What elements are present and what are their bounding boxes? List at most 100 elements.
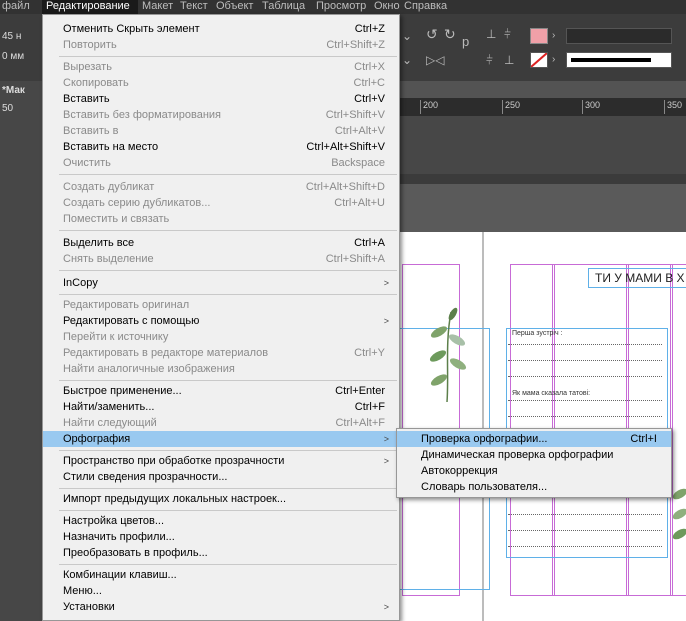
menu-item-copy[interactable]: Скопировать Ctrl+C xyxy=(43,75,399,91)
menu-item-deselect-all[interactable]: Снять выделение Ctrl+Shift+A xyxy=(43,251,399,267)
menu-separator xyxy=(59,380,397,381)
menu-window[interactable]: Окно xyxy=(374,0,400,14)
write-line xyxy=(508,376,662,377)
document-tab[interactable]: *Мак xyxy=(2,85,25,96)
menu-item-label: Автокоррекция xyxy=(421,465,498,477)
menu-item-find-similar-images[interactable]: Найти аналогичные изображения xyxy=(43,361,399,377)
leaf-illustration[interactable] xyxy=(427,304,467,404)
menu-item-convert-to-profile[interactable]: Преобразовать в профиль... xyxy=(43,545,399,561)
menu-separator xyxy=(59,450,397,451)
stroke-swatch[interactable] xyxy=(530,52,548,68)
spelling-submenu: Проверка орфографии... Ctrl+I Динамическа… xyxy=(396,428,672,498)
heading-frame[interactable]: ТИ У МАМИ В Х xyxy=(588,268,686,288)
menu-item-edit-with[interactable]: Редактировать с помощью > xyxy=(43,313,399,329)
align-icon[interactable]: ⊥ xyxy=(486,28,496,40)
distribute-icon[interactable]: ⫩ xyxy=(504,28,511,40)
menu-item-redo[interactable]: Повторить Ctrl+Shift+Z xyxy=(43,37,399,53)
submenu-item-dynamic-spelling[interactable]: Динамическая проверка орфографии xyxy=(397,447,671,463)
menu-item-keyboard-shortcuts[interactable]: Комбинации клавиш... xyxy=(43,567,399,583)
ref-value: 0 мм xyxy=(2,51,25,62)
tools-panel: 45 н 0 мм *Мак 50 xyxy=(0,31,42,621)
menu-item-paste-in-place[interactable]: Вставить на место Ctrl+Alt+Shift+V xyxy=(43,139,399,155)
menu-item-edit-in-story-editor[interactable]: Редактировать в редакторе материалов Ctrl… xyxy=(43,345,399,361)
menu-item-paste[interactable]: Вставить Ctrl+V xyxy=(43,91,399,107)
menu-item-shortcut: Ctrl+F xyxy=(354,401,385,413)
menu-item-go-to-source[interactable]: Перейти к источнику xyxy=(43,329,399,345)
stroke-style-field[interactable] xyxy=(566,52,672,68)
menu-item-step-and-repeat[interactable]: Создать серию дубликатов... Ctrl+Alt+U xyxy=(43,195,399,211)
menu-item-label: InCopy xyxy=(63,277,98,289)
menubar: файл Редактирование Макет Текст Объект Т… xyxy=(0,0,686,14)
menu-item-label: Выделить все xyxy=(63,237,135,249)
menu-item-incopy[interactable]: InCopy > xyxy=(43,275,399,291)
menu-item-quick-apply[interactable]: Быстрое применение... Ctrl+Enter xyxy=(43,383,399,399)
text-line[interactable]: Як мама сказала татові: xyxy=(512,390,590,397)
chevron-down-icon[interactable]: ⌄ xyxy=(402,54,412,66)
menu-item-shortcut: Ctrl+Alt+V xyxy=(334,125,385,137)
chevron-right-icon[interactable]: › xyxy=(552,30,555,42)
menu-item-find-replace[interactable]: Найти/заменить... Ctrl+F xyxy=(43,399,399,415)
menu-item-label: Повторить xyxy=(63,39,117,51)
menu-item-migrate-settings[interactable]: Импорт предыдущих локальных настроек... xyxy=(43,491,399,507)
chevron-down-icon[interactable]: ⌄ xyxy=(402,30,412,42)
menu-item-spelling[interactable]: Орфография > xyxy=(43,431,399,447)
menu-item-find-next[interactable]: Найти следующий Ctrl+Alt+F xyxy=(43,415,399,431)
menu-item-paste-unformatted[interactable]: Вставить без форматирования Ctrl+Shift+V xyxy=(43,107,399,123)
menu-item-cut[interactable]: Вырезать Ctrl+X xyxy=(43,59,399,75)
menu-item-label: Вставить на место xyxy=(63,141,159,153)
menu-item-assign-profiles[interactable]: Назначить профили... xyxy=(43,529,399,545)
menu-item-transparency-blend-space[interactable]: Пространство при обработке прозрачности > xyxy=(43,453,399,469)
menu-item-paste-into[interactable]: Вставить в Ctrl+Alt+V xyxy=(43,123,399,139)
menu-item-shortcut: Ctrl+Alt+F xyxy=(335,417,385,429)
menu-layout[interactable]: Макет xyxy=(142,0,173,14)
type-on-path-icon[interactable]: p xyxy=(462,35,469,48)
menu-item-edit-original[interactable]: Редактировать оригинал xyxy=(43,297,399,313)
menu-item-shortcut: Ctrl+Shift+A xyxy=(325,253,385,265)
distribute-bottom-icon[interactable]: ⊥ xyxy=(504,54,514,66)
write-line xyxy=(508,360,662,361)
stroke-weight-field[interactable] xyxy=(566,28,672,44)
edit-menu-dropdown: Отменить Скрыть элемент Ctrl+Z Повторить C… xyxy=(42,14,400,621)
menu-item-label: Найти/заменить... xyxy=(63,401,155,413)
menu-item-undo[interactable]: Отменить Скрыть элемент Ctrl+Z xyxy=(43,21,399,37)
menu-item-label: Установки xyxy=(63,601,115,613)
ruler-tick: 300 xyxy=(582,100,600,114)
menu-table[interactable]: Таблица xyxy=(262,0,305,14)
chevron-right-icon[interactable]: › xyxy=(552,54,555,66)
menu-item-label: Стили сведения прозрачности... xyxy=(63,471,228,483)
menu-item-label: Редактировать оригинал xyxy=(63,299,190,311)
menu-item-label: Пространство при обработке прозрачности xyxy=(63,455,285,467)
menu-item-menus[interactable]: Меню... xyxy=(43,583,399,599)
menu-item-select-all[interactable]: Выделить все Ctrl+A xyxy=(43,235,399,251)
menu-item-place-and-link[interactable]: Поместить и связать xyxy=(43,211,399,227)
flip-icon[interactable]: ▷◁ xyxy=(426,54,444,66)
menu-item-label: Найти аналогичные изображения xyxy=(63,363,235,375)
menu-object[interactable]: Объект xyxy=(216,0,253,14)
rotate-cw-icon[interactable]: ↻ xyxy=(444,27,456,41)
rotate-ccw-icon[interactable]: ↺ xyxy=(426,27,438,41)
menu-item-shortcut: Ctrl+C xyxy=(353,77,385,89)
text-line[interactable]: Перша зустріч : xyxy=(512,330,563,337)
submenu-item-user-dictionary[interactable]: Словарь пользователя... xyxy=(397,479,671,495)
menu-view[interactable]: Просмотр xyxy=(316,0,366,14)
menu-item-flattener-presets[interactable]: Стили сведения прозрачности... xyxy=(43,469,399,485)
menu-item-preferences[interactable]: Установки > xyxy=(43,599,399,615)
menu-item-shortcut: Ctrl+I xyxy=(630,433,657,445)
menu-item-label: Создать серию дубликатов... xyxy=(63,197,211,209)
fill-swatch[interactable] xyxy=(530,28,548,44)
chevron-right-icon: > xyxy=(383,456,389,466)
menu-file[interactable]: файл xyxy=(2,0,30,14)
menu-edit[interactable]: Редактирование xyxy=(42,0,138,14)
menu-item-duplicate[interactable]: Создать дубликат Ctrl+Alt+Shift+D xyxy=(43,179,399,195)
menu-help[interactable]: Справка xyxy=(404,0,447,14)
align-center-icon[interactable]: ⫩ xyxy=(486,54,493,66)
menu-item-label: Вставить в xyxy=(63,125,119,137)
submenu-item-check-spelling[interactable]: Проверка орфографии... Ctrl+I xyxy=(397,431,671,447)
submenu-item-autocorrect[interactable]: Автокоррекция xyxy=(397,463,671,479)
menu-type[interactable]: Текст xyxy=(180,0,208,14)
chevron-right-icon: > xyxy=(383,602,389,612)
leaf-illustration[interactable] xyxy=(670,484,686,544)
menu-item-clear[interactable]: Очистить Backspace xyxy=(43,155,399,171)
menu-item-label: Вставить xyxy=(63,93,110,105)
menu-item-color-settings[interactable]: Настройка цветов... xyxy=(43,513,399,529)
